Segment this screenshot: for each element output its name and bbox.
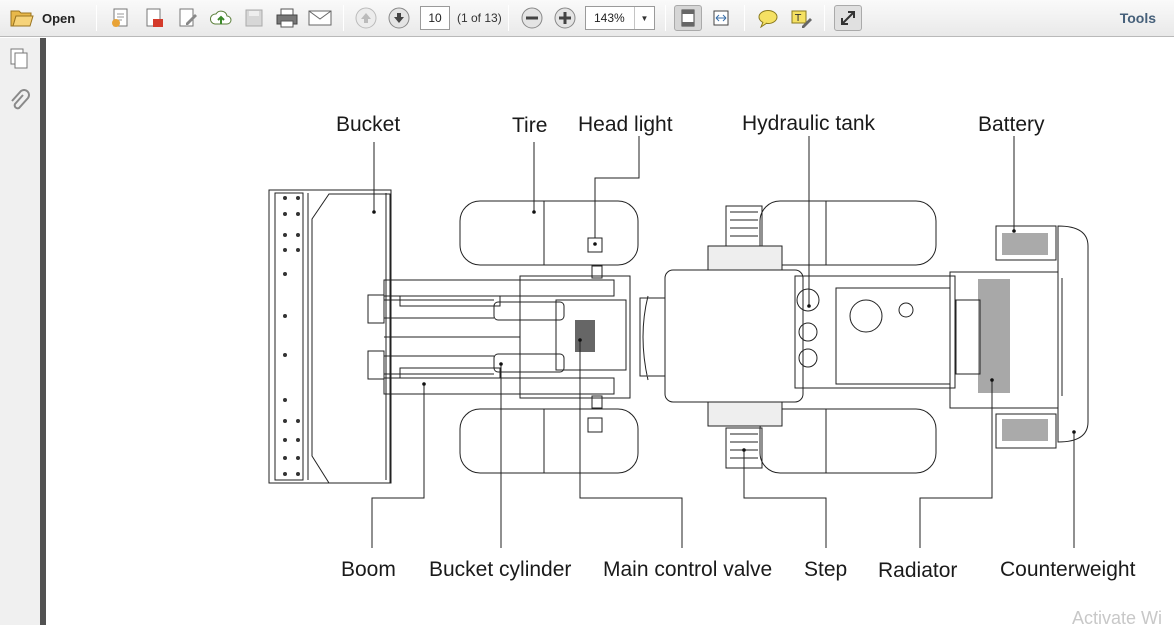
highlight-button[interactable]: T [787,5,815,31]
toolbar-separator [343,5,344,31]
activation-watermark: Activate Wi [1072,608,1163,625]
create-pdf-icon [112,8,128,27]
save-button[interactable] [241,5,267,31]
upload-cloud-icon [209,10,232,25]
folder-open-icon [10,10,34,27]
comment-button[interactable] [754,5,782,31]
fit-page-button[interactable] [674,5,702,31]
fit-width-button[interactable] [707,5,735,31]
radiator-drawing [949,271,1073,409]
toolbar: Open 10 (1 of 13) 143% ▼ T Tools [0,0,1174,37]
email-icon [308,10,332,26]
document-page: Bucket Tire Head light Hydraulic tank Ba… [46,38,1174,625]
pdf-viewer-window: Open 10 (1 of 13) 143% ▼ T Tools Bucket … [0,0,1174,625]
toolbar-separator [744,5,745,31]
loader-diagram: Bucket Tire Head light Hydraulic tank Ba… [268,112,1136,582]
cab-drawing [639,269,804,403]
fullscreen-icon [841,11,855,25]
print-icon [276,8,298,28]
fit-width-icon [713,10,729,26]
edit-pdf-icon [179,8,197,27]
page-down-button[interactable] [386,5,412,31]
zoom-in-icon [554,7,576,29]
export-pdf-icon [146,8,163,27]
label-step: Step [804,558,847,581]
comment-icon [758,10,778,28]
zoom-out-icon [521,7,543,29]
page-count: (1 of 13) [457,11,502,25]
edit-pdf-button[interactable] [175,5,201,31]
zoom-out-button[interactable] [519,5,545,31]
toolbar-separator [96,5,97,31]
fit-page-icon [681,9,695,27]
print-button[interactable] [273,5,301,31]
navigation-pane [0,38,44,625]
toolbar-separator [508,5,509,31]
page-up-icon [355,7,377,29]
label-main-control-valve: Main control valve [603,558,772,581]
bucket-drawing [268,189,392,484]
attachment-icon[interactable] [6,88,32,114]
label-radiator: Radiator [878,559,957,582]
save-icon [245,9,263,27]
zoom-value: 143% [594,11,625,25]
zoom-in-button[interactable] [552,5,578,31]
label-head-light: Head light [578,113,673,136]
label-bucket-cylinder: Bucket cylinder [429,558,571,581]
upload-cloud-button[interactable] [208,5,234,31]
highlight-icon: T [791,10,812,28]
open-button[interactable]: Open [4,5,88,31]
pages-icon[interactable] [6,46,32,72]
page-up-button[interactable] [353,5,379,31]
open-label: Open [42,10,76,26]
fullscreen-button[interactable] [834,5,862,31]
label-tire: Tire [512,114,547,137]
label-hydraulic-tank: Hydraulic tank [742,112,876,135]
label-battery: Battery [978,113,1045,136]
toolbar-separator [824,5,825,31]
page-down-icon [388,7,410,29]
chevron-down-icon[interactable]: ▼ [634,7,654,29]
label-bucket: Bucket [336,113,400,136]
label-counterweight: Counterweight [1000,558,1136,581]
rear-frame-drawing [794,275,956,389]
svg-text:T: T [794,13,802,24]
label-boom: Boom [341,558,396,581]
tools-button[interactable]: Tools [1120,10,1156,26]
page-number-input[interactable] [420,6,450,30]
email-button[interactable] [306,5,334,31]
zoom-select[interactable]: 143% ▼ [585,6,655,30]
toolbar-separator [665,5,666,31]
create-pdf-button[interactable] [108,5,134,31]
export-pdf-button[interactable] [141,5,167,31]
